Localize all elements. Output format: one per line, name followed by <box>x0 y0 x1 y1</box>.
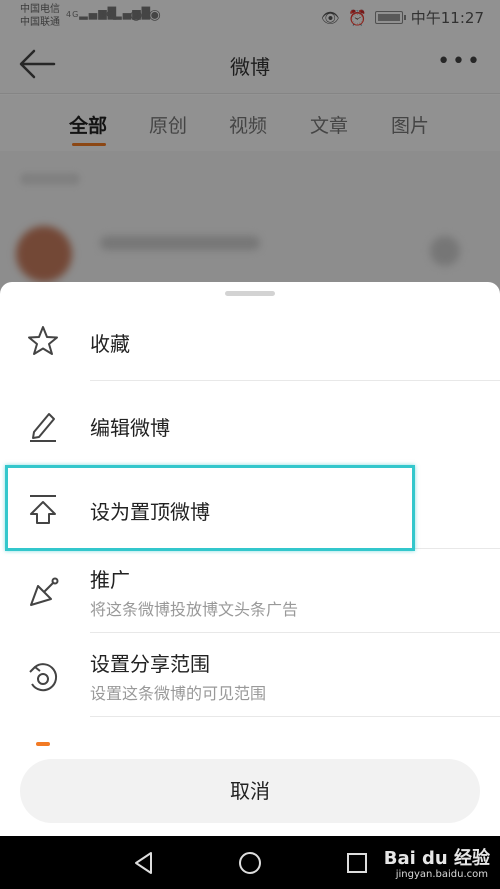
star-icon <box>28 326 58 355</box>
divider <box>90 716 500 717</box>
menu-item-share-scope[interactable]: 设置分享范围 设置这条微博的可见范围 <box>0 634 500 718</box>
divider <box>90 632 500 633</box>
sheet-handle[interactable] <box>225 291 275 296</box>
action-sheet: 收藏 编辑微博 设为置顶微博 推广 将这条微博投放博文头条广告 设置分享范围 设… <box>0 282 500 836</box>
menu-item-description: 设置这条微博的可见范围 <box>90 684 267 703</box>
home-circle-icon[interactable] <box>237 850 263 876</box>
partial-menu-icon <box>36 742 50 746</box>
menu-item-label: 设置分享范围 <box>90 652 210 676</box>
recent-apps-icon[interactable] <box>344 850 370 876</box>
cancel-button[interactable]: 取消 <box>20 759 480 823</box>
menu-item-favorite[interactable]: 收藏 <box>0 298 500 382</box>
menu-item-description: 将这条微博投放博文头条广告 <box>90 600 299 619</box>
baidu-watermark: Bai du 经验 <box>383 848 490 869</box>
promote-icon <box>30 577 59 606</box>
share-scope-icon <box>29 663 58 692</box>
divider <box>90 380 500 381</box>
menu-item-label: 收藏 <box>90 332 130 356</box>
edit-icon <box>30 413 56 442</box>
watermark-url: jingyan.baidu.com <box>395 869 488 880</box>
navigation-bar: Bai du 经验 jingyan.baidu.com <box>0 836 500 889</box>
highlight-box <box>5 465 415 551</box>
menu-item-edit[interactable]: 编辑微博 <box>0 382 500 466</box>
menu-item-promote[interactable]: 推广 将这条微博投放博文头条广告 <box>0 550 500 634</box>
menu-item-label: 编辑微博 <box>90 416 170 440</box>
menu-item-label: 推广 <box>90 568 130 592</box>
back-triangle-icon[interactable] <box>131 850 157 876</box>
